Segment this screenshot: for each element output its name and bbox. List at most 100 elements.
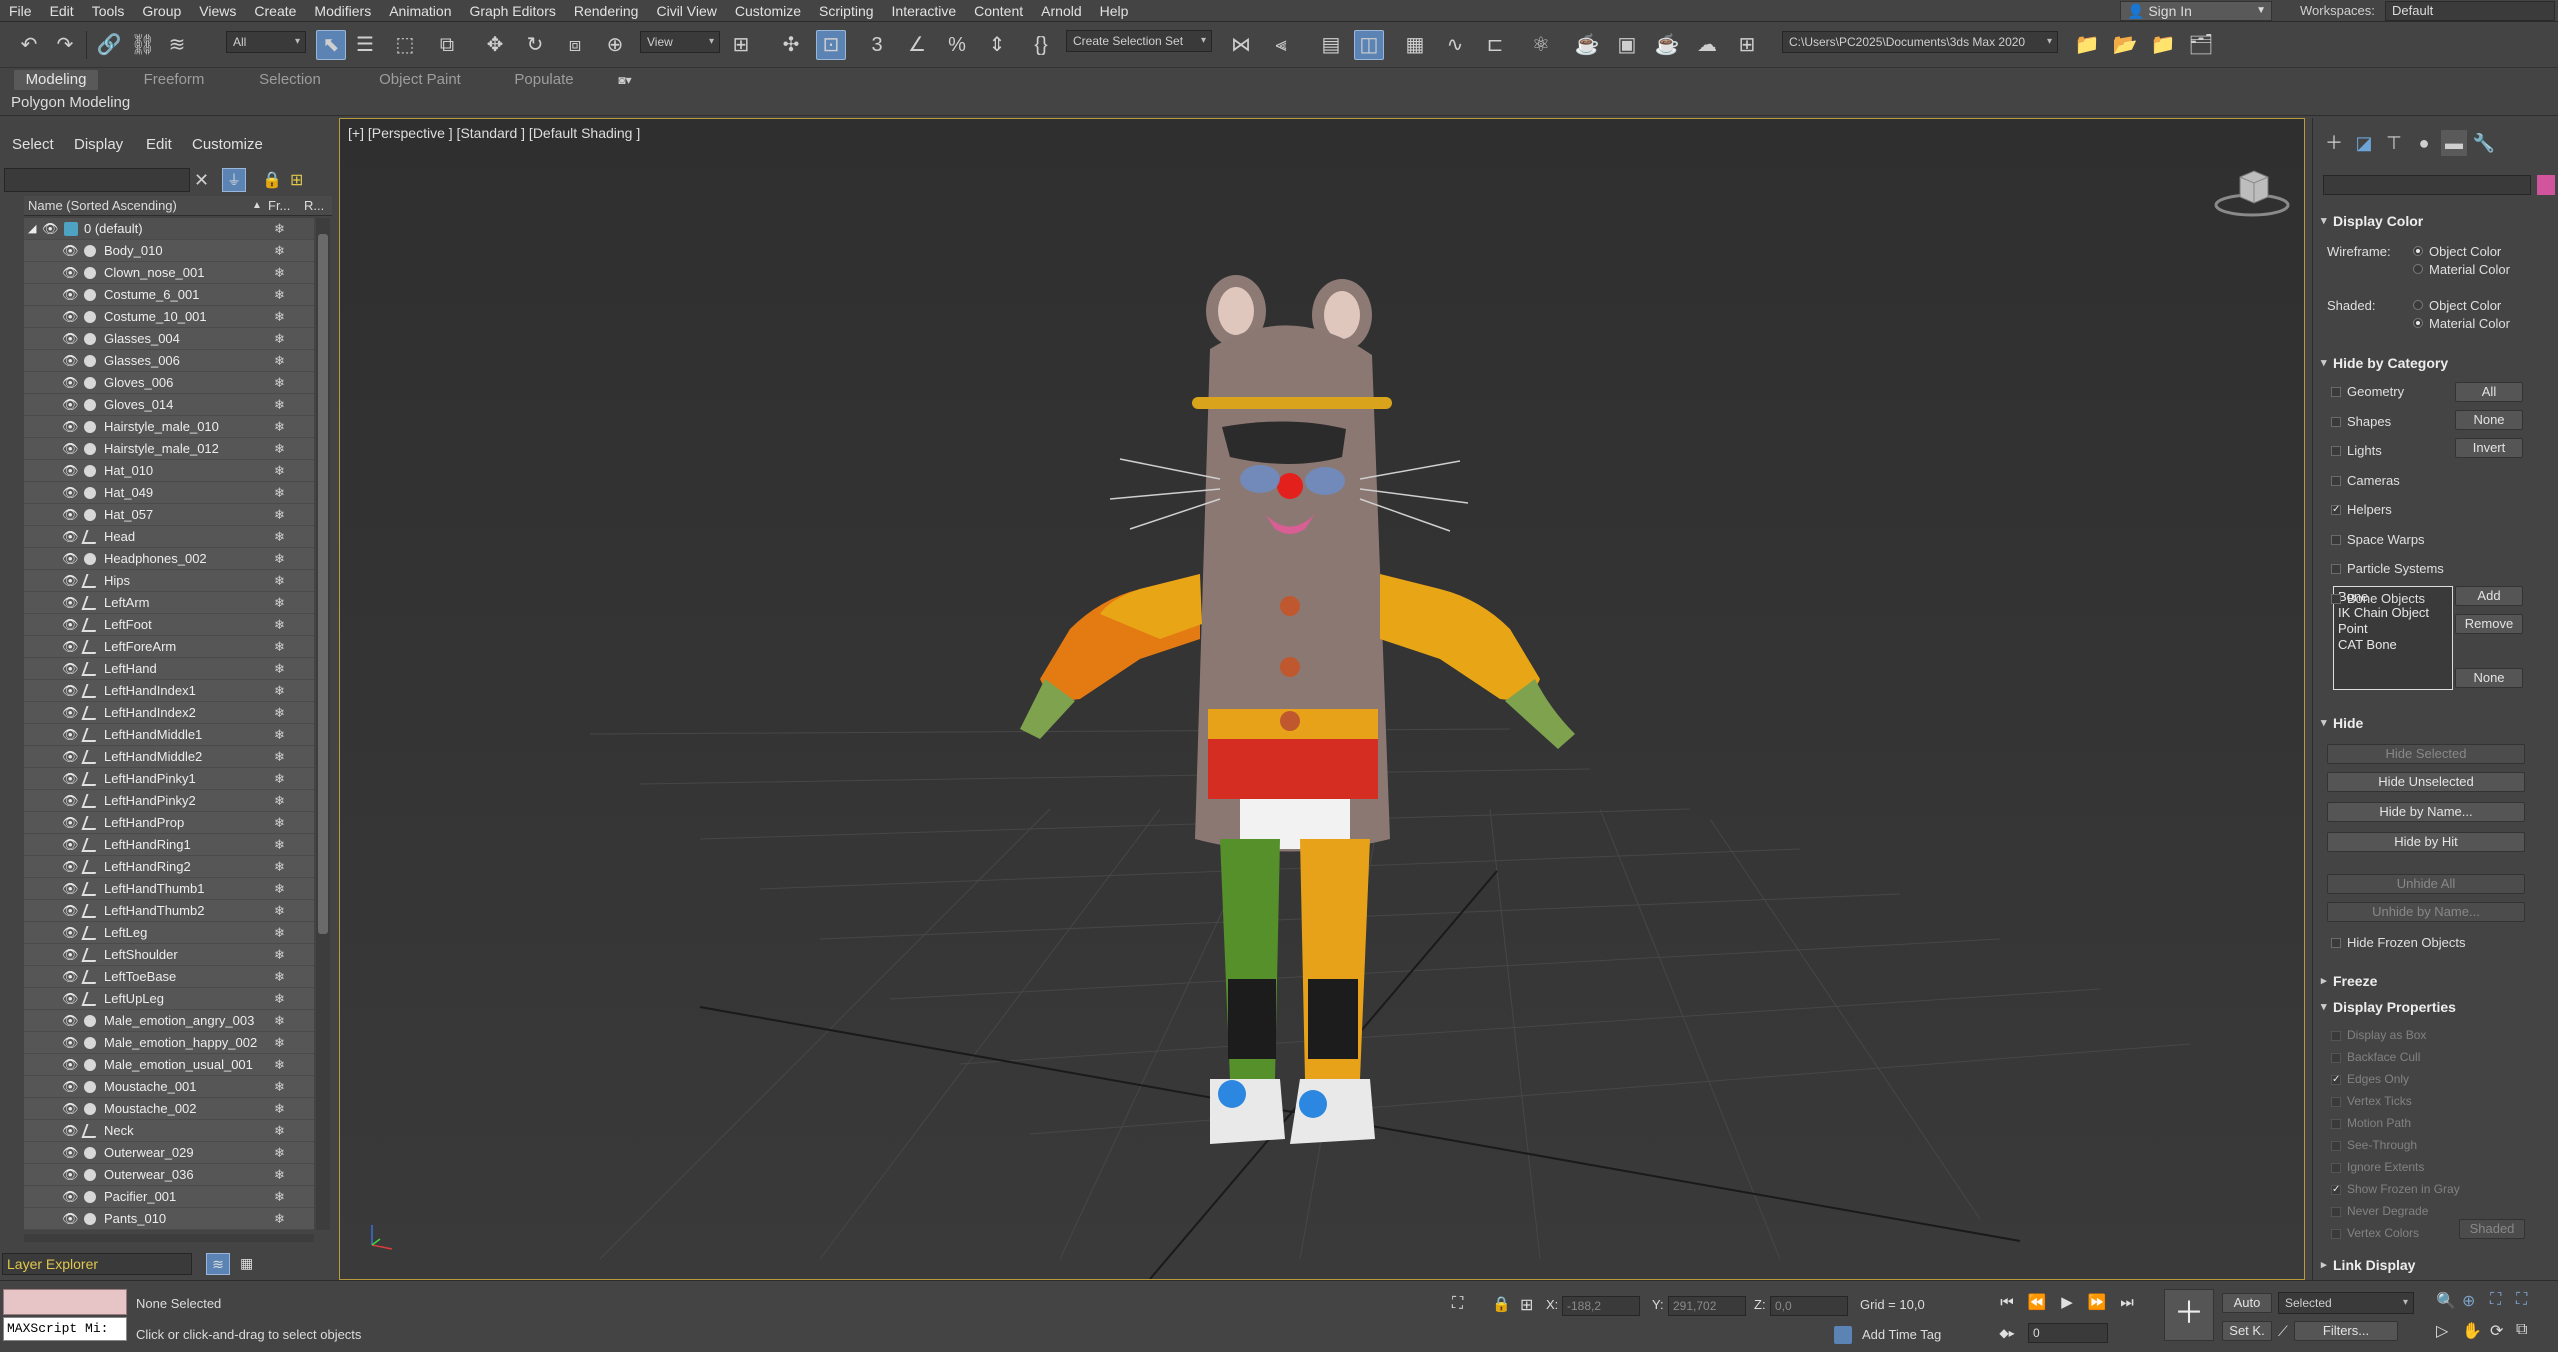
- category-checkbox-geometry[interactable]: [2331, 387, 2341, 397]
- perspective-viewport[interactable]: [+] [Perspective ] [Standard ] [Default …: [339, 118, 2305, 1280]
- toggle-scene-explorer-icon[interactable]: ▤: [1316, 30, 1346, 60]
- explorer-row[interactable]: 👁 LeftHandMiddle2 ❄: [24, 746, 314, 768]
- frozen-icon[interactable]: ❄: [274, 790, 285, 812]
- category-list-none-button[interactable]: None: [2455, 668, 2523, 688]
- key-tangent-icon[interactable]: ⟋: [2278, 1323, 2288, 1340]
- eye-icon[interactable]: 👁: [62, 310, 79, 323]
- category-checkbox-helpers[interactable]: ✓: [2331, 505, 2341, 515]
- frozen-icon[interactable]: ❄: [274, 1098, 285, 1120]
- menu-create[interactable]: Create: [245, 0, 305, 22]
- maxscript-listener-input[interactable]: MAXScript Mi:: [3, 1317, 127, 1341]
- frozen-icon[interactable]: ❄: [274, 284, 285, 306]
- category-all-button[interactable]: All: [2455, 382, 2523, 402]
- frozen-icon[interactable]: ❄: [274, 746, 285, 768]
- current-frame-field[interactable]: 0: [2028, 1323, 2108, 1343]
- eye-icon[interactable]: 👁: [62, 750, 79, 763]
- frozen-icon[interactable]: ❄: [274, 394, 285, 416]
- create-tab-icon[interactable]: ＋: [2321, 130, 2347, 156]
- eye-icon[interactable]: 👁: [62, 464, 79, 477]
- previous-frame-icon[interactable]: ⏪: [2026, 1291, 2048, 1315]
- frozen-icon[interactable]: ❄: [274, 416, 285, 438]
- maxscript-listener-output[interactable]: [3, 1289, 127, 1315]
- rollout-freeze[interactable]: Freeze: [2319, 970, 2555, 992]
- frozen-icon[interactable]: ❄: [274, 460, 285, 482]
- explorer-row[interactable]: 👁 Male_emotion_usual_001 ❄: [24, 1054, 314, 1076]
- eye-icon[interactable]: 👁: [62, 1014, 79, 1027]
- eye-icon[interactable]: 👁: [62, 288, 79, 301]
- frozen-icon[interactable]: ❄: [274, 966, 285, 988]
- menu-animation[interactable]: Animation: [380, 0, 460, 22]
- explorer-row[interactable]: 👁 Costume_10_001 ❄: [24, 306, 314, 328]
- explorer-menu-customize[interactable]: Customize: [192, 136, 263, 153]
- explorer-row[interactable]: 👁 LeftLeg ❄: [24, 922, 314, 944]
- display-prop-checkbox[interactable]: [2331, 1053, 2341, 1063]
- explorer-row[interactable]: 👁 LeftHandMiddle1 ❄: [24, 724, 314, 746]
- collapse-icon[interactable]: ◢: [28, 218, 36, 240]
- explorer-row[interactable]: 👁 LeftUpLeg ❄: [24, 988, 314, 1010]
- x-coordinate-field[interactable]: -188,2: [1562, 1296, 1640, 1316]
- redo-icon[interactable]: ↷: [50, 30, 80, 60]
- layers-icon[interactable]: ≋: [206, 1253, 230, 1275]
- frozen-icon[interactable]: ❄: [274, 702, 285, 724]
- eye-icon[interactable]: 👁: [62, 244, 79, 257]
- eye-icon[interactable]: 👁: [62, 706, 79, 719]
- frozen-icon[interactable]: ❄: [274, 1076, 285, 1098]
- orbit-icon[interactable]: ⟳: [2490, 1321, 2503, 1341]
- explorer-row[interactable]: 👁 Hairstyle_male_010 ❄: [24, 416, 314, 438]
- rollout-link-display[interactable]: Link Display: [2319, 1254, 2555, 1276]
- rollout-hide-by-category[interactable]: Hide by Category: [2319, 352, 2555, 374]
- explorer-row[interactable]: 👁 LeftToeBase ❄: [24, 966, 314, 988]
- hierarchy-tab-icon[interactable]: ⊤: [2381, 130, 2407, 156]
- toggle-ribbon-icon[interactable]: ▦: [1400, 30, 1430, 60]
- set-key-icon[interactable]: ＋: [2164, 1289, 2214, 1341]
- eye-icon[interactable]: 👁: [62, 992, 79, 1005]
- eye-icon[interactable]: 👁: [62, 1058, 79, 1071]
- reference-coordinate-dropdown[interactable]: View: [640, 31, 720, 53]
- category-invert-button[interactable]: Invert: [2455, 438, 2523, 458]
- select-and-rotate-icon[interactable]: ↻: [520, 30, 550, 60]
- display-prop-checkbox[interactable]: [2331, 1119, 2341, 1129]
- project-settings-icon[interactable]: 🗂: [2186, 30, 2216, 60]
- frozen-icon[interactable]: ❄: [274, 812, 285, 834]
- frozen-icon[interactable]: ❄: [274, 592, 285, 614]
- go-to-start-icon[interactable]: ⏮: [1996, 1291, 2018, 1315]
- isolate-selection-icon[interactable]: ⛶: [1452, 1295, 1463, 1313]
- z-coordinate-field[interactable]: 0,0: [1770, 1296, 1848, 1316]
- frozen-icon[interactable]: ❄: [274, 306, 285, 328]
- link-icon[interactable]: 🔗: [94, 30, 124, 60]
- named-selection-set-dropdown[interactable]: Create Selection Set: [1066, 30, 1212, 52]
- explorer-row[interactable]: 👁 LeftHandRing2 ❄: [24, 856, 314, 878]
- hide-unselected-button[interactable]: Hide Unselected: [2327, 772, 2525, 792]
- eye-icon[interactable]: 👁: [62, 728, 79, 741]
- explorer-row[interactable]: 👁 Moustache_002 ❄: [24, 1098, 314, 1120]
- display-prop-checkbox[interactable]: [2331, 1097, 2341, 1107]
- category-remove-button[interactable]: Remove: [2455, 614, 2523, 634]
- curve-editor-icon[interactable]: ∿: [1440, 30, 1470, 60]
- menu-civil-view[interactable]: Civil View: [647, 0, 725, 22]
- frozen-icon[interactable]: ❄: [274, 218, 285, 240]
- key-mode-icon[interactable]: ◆▸: [1996, 1321, 2018, 1345]
- eye-icon[interactable]: 👁: [62, 376, 79, 389]
- utilities-tab-icon[interactable]: 🔧: [2471, 130, 2497, 156]
- wireframe-object-color-radio[interactable]: [2413, 246, 2423, 256]
- explorer-row[interactable]: 👁 LeftHandRing1 ❄: [24, 834, 314, 856]
- eye-icon[interactable]: 👁: [62, 816, 79, 829]
- frozen-icon[interactable]: ❄: [274, 878, 285, 900]
- frozen-icon[interactable]: ❄: [274, 768, 285, 790]
- explorer-row[interactable]: 👁 Glasses_004 ❄: [24, 328, 314, 350]
- category-checkbox-shapes[interactable]: [2331, 416, 2341, 427]
- menu-graph-editors[interactable]: Graph Editors: [460, 0, 564, 22]
- set-project-icon[interactable]: 📂: [2110, 30, 2140, 60]
- keyboard-shortcut-override-icon[interactable]: ⊡: [816, 30, 846, 60]
- frozen-icon[interactable]: ❄: [274, 614, 285, 636]
- eye-icon[interactable]: 👁: [62, 508, 79, 521]
- explorer-row[interactable]: 👁 Gloves_014 ❄: [24, 394, 314, 416]
- frozen-icon[interactable]: ❄: [274, 1164, 285, 1186]
- eye-icon[interactable]: 👁: [62, 552, 79, 565]
- eye-icon[interactable]: 👁: [62, 530, 79, 543]
- material-editor-icon[interactable]: ⚛: [1526, 30, 1556, 60]
- select-manipulate-icon[interactable]: ✣: [776, 30, 806, 60]
- hide-selected-button[interactable]: Hide Selected: [2327, 744, 2525, 764]
- menu-modifiers[interactable]: Modifiers: [305, 0, 380, 22]
- frozen-icon[interactable]: ❄: [274, 1120, 285, 1142]
